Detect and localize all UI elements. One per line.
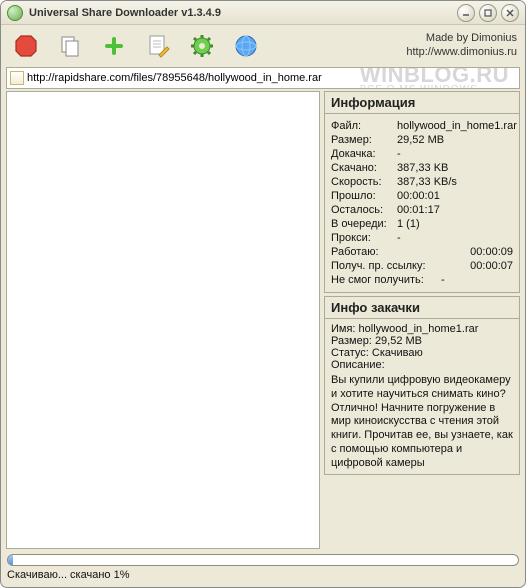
label-getlink: Получ. пр. ссылку: xyxy=(331,260,441,272)
left-pane[interactable] xyxy=(6,91,320,549)
url-entry-text: http://rapidshare.com/files/78955648/hol… xyxy=(27,72,322,84)
label-remaining: Осталось: xyxy=(331,204,397,216)
value-proxy: - xyxy=(397,232,513,244)
value-getlink: 00:00:07 xyxy=(470,260,513,272)
value-resume: - xyxy=(397,148,513,160)
info-panel-title: Информация xyxy=(325,92,519,114)
credits: Made by Dimonius http://www.dimonius.ru xyxy=(406,32,517,60)
edit-list-button[interactable] xyxy=(141,29,175,63)
close-button[interactable] xyxy=(501,4,519,22)
info-panel-body: Файл:hollywood_in_home1.rar Размер:29,52… xyxy=(325,114,519,292)
minimize-button[interactable] xyxy=(457,4,475,22)
label-proxy: Прокси: xyxy=(331,232,397,244)
settings-button[interactable] xyxy=(185,29,219,63)
stop-icon xyxy=(13,33,39,59)
document-icon xyxy=(10,71,24,85)
label-resume: Докачка: xyxy=(331,148,397,160)
gear-icon xyxy=(189,33,215,59)
job-status-value: Скачиваю xyxy=(372,347,423,359)
value-working: 00:00:09 xyxy=(470,246,513,258)
label-downloaded: Скачано: xyxy=(331,162,397,174)
value-remaining: 00:01:17 xyxy=(397,204,513,216)
job-panel-body: Имя: hollywood_in_home1.rar Размер: 29,5… xyxy=(325,319,519,474)
globe-icon xyxy=(233,33,259,59)
job-panel-title: Инфо закачки xyxy=(325,297,519,319)
label-file: Файл: xyxy=(331,120,397,132)
right-pane: Информация Файл:hollywood_in_home1.rar Р… xyxy=(324,91,520,549)
copy-button[interactable] xyxy=(53,29,87,63)
value-size: 29,52 MB xyxy=(397,134,513,146)
label-elapsed: Прошло: xyxy=(331,190,397,202)
progress-bar xyxy=(7,554,519,566)
value-queue: 1 (1) xyxy=(397,218,513,230)
copy-icon xyxy=(57,33,83,59)
progress-fill xyxy=(8,555,13,565)
maximize-icon xyxy=(483,8,493,18)
label-queue: В очереди: xyxy=(331,218,397,230)
job-name-value: hollywood_in_home1.rar xyxy=(359,323,479,335)
value-speed: 387,33 KB/s xyxy=(397,176,513,188)
job-panel: Инфо закачки Имя: hollywood_in_home1.rar… xyxy=(324,296,520,475)
watermark-sub: ВСЕ О MS WINDOWS xyxy=(360,84,509,89)
minimize-icon xyxy=(461,8,471,18)
plus-icon xyxy=(101,33,127,59)
value-failed: - xyxy=(441,274,513,286)
document-pencil-icon xyxy=(145,33,171,59)
author-url[interactable]: http://www.dimonius.ru xyxy=(406,46,517,58)
maximize-button[interactable] xyxy=(479,4,497,22)
job-size-value: 29,52 MB xyxy=(375,335,422,347)
label-speed: Скорость: xyxy=(331,176,397,188)
label-size: Размер: xyxy=(331,134,397,146)
app-icon xyxy=(7,5,23,21)
status-text: Скачиваю... скачано 1% xyxy=(7,569,519,581)
url-list[interactable]: http://rapidshare.com/files/78955648/hol… xyxy=(6,67,520,89)
titlebar: Universal Share Downloader v1.3.4.9 xyxy=(1,1,525,25)
job-size-label: Размер: xyxy=(331,335,372,347)
value-file: hollywood_in_home1.rar xyxy=(397,120,517,132)
toolbar: Made by Dimonius http://www.dimonius.ru xyxy=(1,25,525,67)
job-description: Вы купили цифровую видеокамеру и хотите … xyxy=(331,374,513,470)
close-icon xyxy=(505,8,515,18)
value-downloaded: 387,33 KB xyxy=(397,162,513,174)
bottom-bar: Скачиваю... скачано 1% xyxy=(1,551,525,587)
job-status-label: Статус: xyxy=(331,347,369,359)
job-desc-label: Описание: xyxy=(331,359,385,371)
watermark-main: WINBLOG.RU xyxy=(360,67,509,87)
info-panel: Информация Файл:hollywood_in_home1.rar Р… xyxy=(324,91,520,293)
watermark: WINBLOG.RU ВСЕ О MS WINDOWS xyxy=(360,67,509,89)
made-by-text: Made by Dimonius xyxy=(406,32,517,46)
job-name-label: Имя: xyxy=(331,323,355,335)
add-button[interactable] xyxy=(97,29,131,63)
label-failed: Не смог получить: xyxy=(331,274,441,286)
app-window: Universal Share Downloader v1.3.4.9 xyxy=(0,0,526,588)
label-working: Работаю: xyxy=(331,246,397,258)
stop-button[interactable] xyxy=(9,29,43,63)
value-elapsed: 00:00:01 xyxy=(397,190,513,202)
web-button[interactable] xyxy=(229,29,263,63)
window-title: Universal Share Downloader v1.3.4.9 xyxy=(29,7,453,19)
main-area: Информация Файл:hollywood_in_home1.rar Р… xyxy=(6,91,520,549)
